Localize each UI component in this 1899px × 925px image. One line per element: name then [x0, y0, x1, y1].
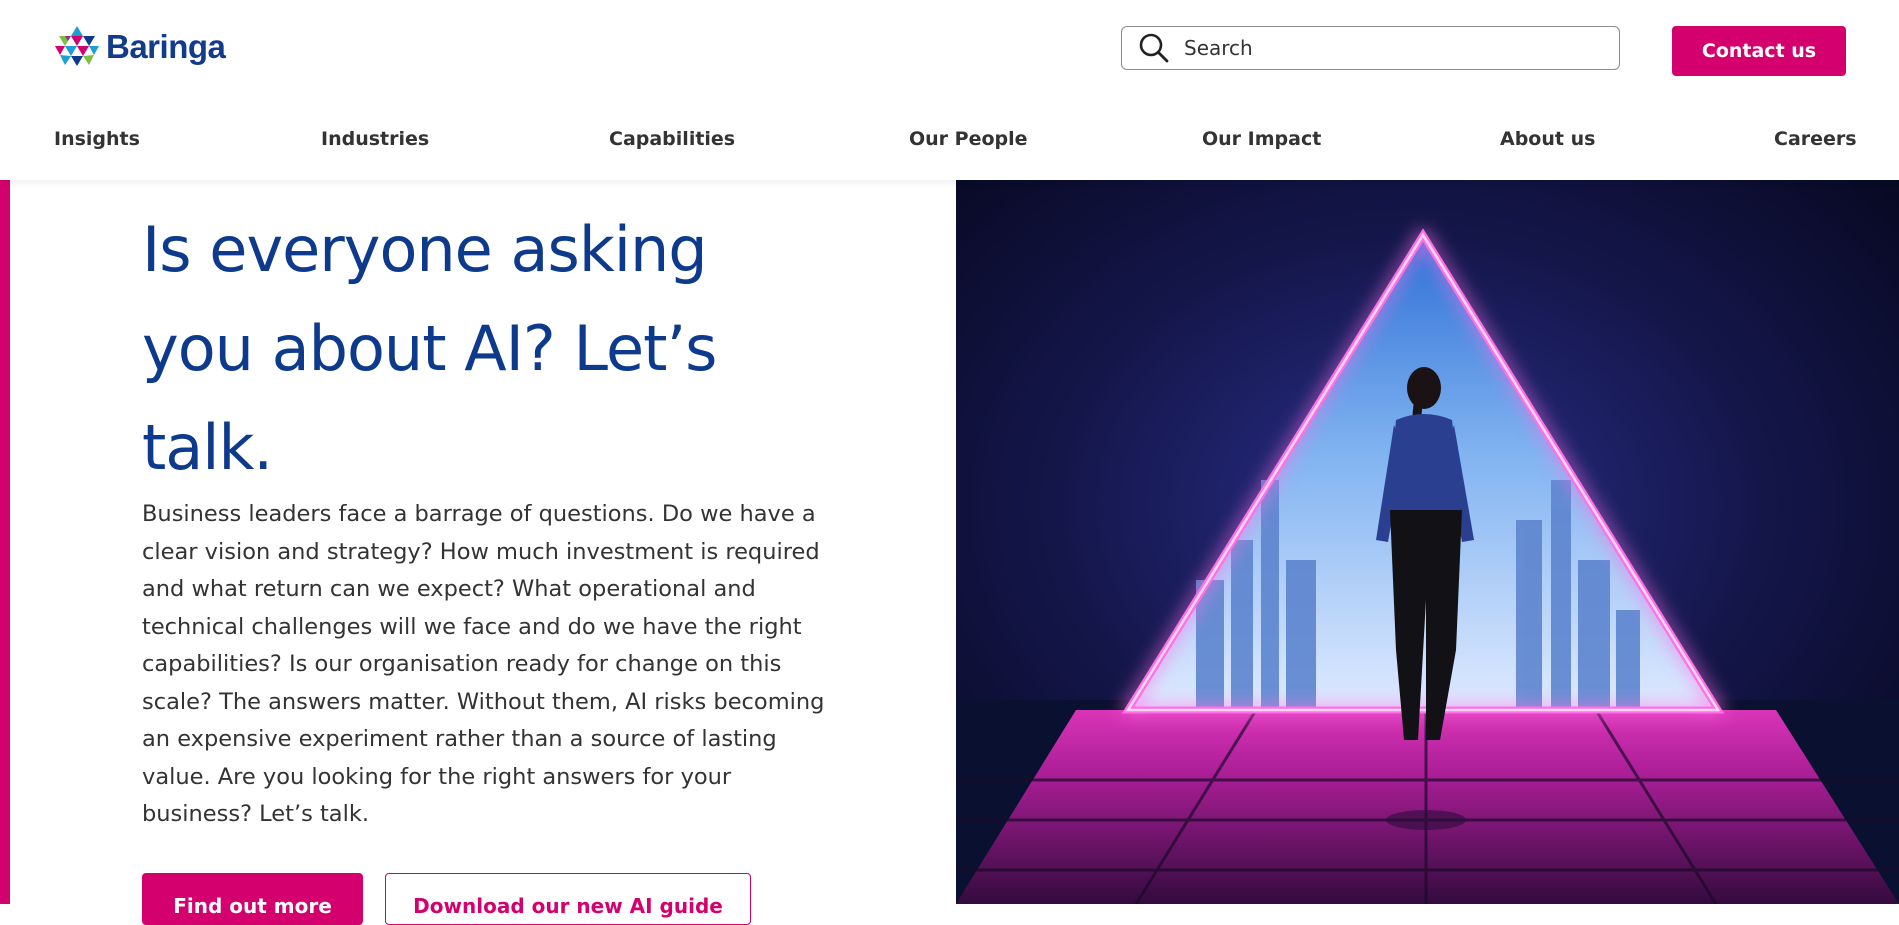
contact-us-button[interactable]: Contact us: [1672, 26, 1846, 76]
search-icon: [1139, 33, 1169, 63]
baringa-logo-icon: [55, 26, 99, 66]
nav-item-our-impact[interactable]: Our Impact: [1202, 128, 1321, 150]
hero-image: [956, 180, 1899, 904]
baringa-logo[interactable]: Baringa: [54, 24, 226, 70]
nav-item-about-us[interactable]: About us: [1500, 128, 1595, 150]
nav-item-insights[interactable]: Insights: [54, 128, 140, 150]
search-input[interactable]: [1182, 35, 1606, 61]
search-box[interactable]: [1121, 26, 1620, 70]
hero-body: Business leaders face a barrage of quest…: [142, 501, 825, 827]
download-ai-guide-button[interactable]: Download our new AI guide: [385, 873, 751, 925]
neon-triangle-illustration: [956, 180, 1899, 904]
nav-item-capabilities[interactable]: Capabilities: [609, 128, 735, 150]
main-nav: Insights Industries Capabilities Our Peo…: [0, 118, 1899, 162]
brand-name: Baringa: [106, 28, 226, 65]
accent-bar: [0, 180, 10, 904]
nav-item-our-people[interactable]: Our People: [909, 128, 1028, 150]
site-header: Baringa Contact us Insights Industries C…: [0, 0, 1899, 180]
nav-item-industries[interactable]: Industries: [321, 128, 429, 150]
find-out-more-button[interactable]: Find out more: [142, 873, 363, 925]
nav-item-careers[interactable]: Careers: [1774, 128, 1857, 150]
hero-title: Is everyone asking you about AI? Let’s t…: [142, 213, 717, 484]
